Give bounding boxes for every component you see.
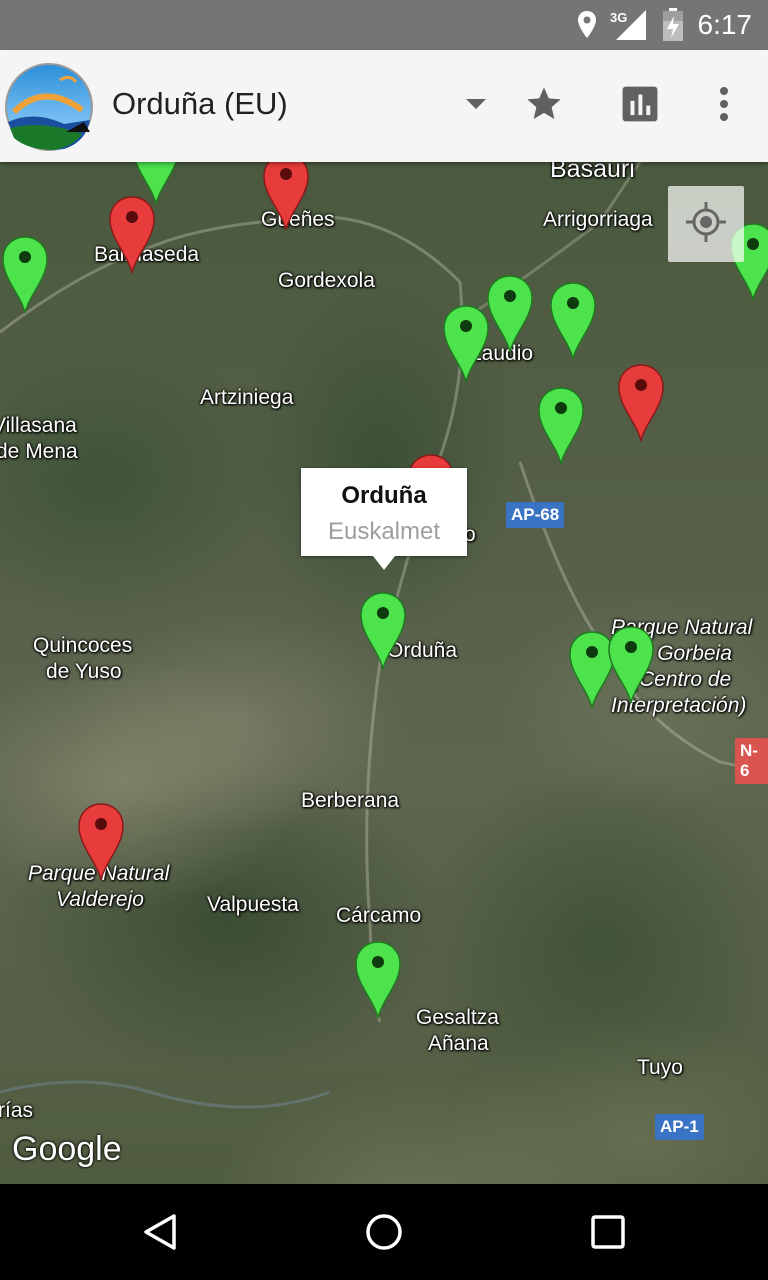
station-marker-green[interactable]: [537, 386, 585, 466]
station-marker-green[interactable]: [549, 281, 597, 361]
place-label: Artziniega: [200, 386, 294, 409]
location-icon: [574, 10, 600, 45]
place-label: Cárcamo: [336, 904, 422, 927]
signal-icon: 3G: [610, 8, 648, 47]
chart-icon[interactable]: [616, 80, 664, 128]
app-toolbar: Orduña (EU): [0, 50, 768, 162]
place-label: Gesaltza: [416, 1006, 499, 1029]
place-label: Gordexola: [278, 269, 375, 292]
overflow-menu-icon[interactable]: [700, 80, 748, 128]
park-label: Valderejo: [56, 888, 144, 911]
station-marker-green-selected[interactable]: [359, 591, 407, 671]
google-attribution: Google: [12, 1130, 122, 1168]
status-bar: 3G 6:17: [0, 0, 768, 50]
my-location-button[interactable]: [668, 186, 744, 262]
location-title[interactable]: Orduña (EU): [112, 86, 288, 122]
place-label: Berberana: [301, 789, 400, 812]
station-marker-green[interactable]: [607, 625, 655, 705]
road-shield: AP-68: [506, 502, 565, 528]
place-label: rías: [0, 1099, 34, 1122]
station-marker-red[interactable]: [617, 363, 665, 443]
road-shield: N-6: [735, 738, 768, 784]
station-marker-green[interactable]: [486, 274, 534, 354]
clock: 6:17: [697, 9, 753, 40]
navigation-bar: [0, 1184, 768, 1280]
place-label: de Mena: [0, 440, 78, 463]
station-marker-red[interactable]: [262, 162, 310, 232]
place-label: Basauri: [550, 162, 635, 183]
map-view[interactable]: Basauri Arrigorriaga Güeñes Balmaseda Go…: [0, 162, 768, 1184]
road-shield: AP-1: [655, 1114, 704, 1140]
info-window-title: Orduña: [341, 482, 427, 509]
info-window-subtitle: Euskalmet: [327, 518, 441, 545]
crosshair-icon: [684, 200, 728, 249]
station-marker-green[interactable]: [132, 162, 180, 206]
place-label: Valpuesta: [207, 893, 299, 916]
dropdown-arrow-icon[interactable]: [452, 80, 500, 128]
place-label: Añana: [428, 1032, 489, 1055]
place-label: Tuyo: [637, 1056, 683, 1079]
station-marker-green[interactable]: [1, 235, 49, 315]
recents-icon[interactable]: [584, 1208, 632, 1256]
network-type-label: 3G: [610, 10, 627, 25]
place-label: Villasana: [0, 414, 77, 437]
station-marker-red[interactable]: [77, 802, 125, 882]
place-label: Arrigorriaga: [543, 208, 653, 231]
place-label: Quincoces: [33, 634, 133, 657]
marker-info-window[interactable]: Orduña Euskalmet: [301, 468, 467, 570]
app-logo[interactable]: [4, 62, 94, 152]
station-marker-green[interactable]: [442, 304, 490, 384]
star-icon[interactable]: [520, 80, 568, 128]
battery-icon: [662, 8, 684, 47]
place-label: de Yuso: [46, 660, 122, 683]
home-icon[interactable]: [360, 1208, 408, 1256]
station-marker-green[interactable]: [354, 940, 402, 1020]
station-marker-red[interactable]: [108, 195, 156, 275]
back-icon[interactable]: [136, 1208, 184, 1256]
